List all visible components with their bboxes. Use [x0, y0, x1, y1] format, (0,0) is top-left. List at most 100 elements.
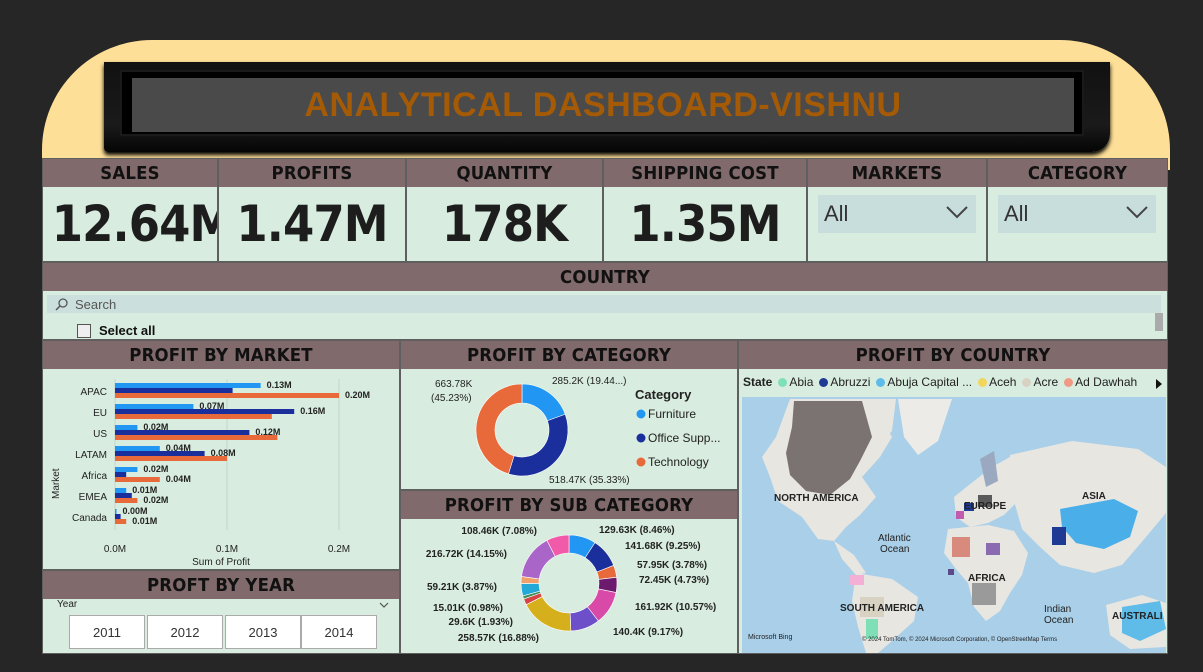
panel-title: PROFIT BY SUB CATEGORY [414, 491, 724, 519]
map-label: EUROPE [964, 501, 1007, 512]
x-axis-title: Sum of Profit [192, 557, 250, 568]
data-label: 108.46K (7.08%) [461, 526, 537, 537]
legend-marker [636, 433, 646, 443]
data-label: 216.72K (14.15%) [426, 549, 507, 560]
legend-item: Acre [1022, 375, 1058, 389]
x-tick-label: 0.1M [216, 544, 238, 555]
chevron-down-icon [946, 206, 968, 219]
kpi-card-quantity: QUANTITY 178K [406, 158, 603, 262]
map-attribution[interactable]: © 2024 TomTom, © 2024 Microsoft Corporat… [862, 636, 1057, 643]
year-field-label: Year [57, 599, 78, 610]
bar[interactable] [115, 472, 127, 477]
bar[interactable] [115, 409, 295, 414]
bar-data-label: 0.20M [345, 390, 370, 400]
legend-item: Abuja Capital ... [876, 375, 972, 389]
map-label: Indian [1044, 604, 1071, 615]
bar[interactable] [115, 477, 160, 482]
bar-data-label: 0.00M [123, 506, 148, 516]
legend-marker [636, 457, 646, 467]
bar[interactable] [115, 430, 250, 435]
country-search-input[interactable]: Search [47, 295, 1161, 313]
data-label: 57.95K (3.78%) [637, 560, 707, 571]
y-tick-label: US [93, 429, 107, 440]
bar[interactable] [115, 493, 132, 498]
world-map[interactable]: NORTH AMERICA EUROPE ASIA Atlantic Ocean… [742, 397, 1166, 653]
data-label: 15.01K (0.98%) [433, 603, 503, 614]
donut-slice[interactable] [521, 383, 566, 422]
data-label: 129.63K (8.46%) [599, 525, 675, 536]
year-button-2012[interactable]: 2012 [147, 615, 223, 649]
bar[interactable] [115, 488, 127, 493]
kpi-card-sales: SALES 12.64M [42, 158, 218, 262]
bar[interactable] [115, 383, 261, 388]
chevron-down-icon[interactable] [379, 602, 389, 609]
y-tick-label: APAC [81, 387, 108, 398]
legend-item: Abia [778, 375, 813, 389]
bar-data-label: 0.02M [143, 495, 168, 505]
bar-data-label: 0.13M [267, 380, 292, 390]
legend-title: Category [635, 387, 692, 402]
map-label: SOUTH AMERICA [840, 603, 924, 614]
bar-data-label: 0.01M [132, 485, 157, 495]
profit-by-year-panel: PROFT BY YEAR Year 2011 2012 2013 2014 [42, 570, 400, 654]
kpi-value: 12.64M [51, 195, 218, 253]
donut-slice[interactable] [525, 596, 572, 632]
bar[interactable] [115, 456, 227, 461]
bar[interactable] [115, 435, 278, 440]
year-button-2013[interactable]: 2013 [225, 615, 301, 649]
bar[interactable] [115, 451, 205, 456]
panel-title: PROFT BY YEAR [57, 571, 385, 599]
legend-label: Furniture [648, 407, 696, 421]
bar[interactable] [115, 425, 138, 430]
profit-by-sub-category-chart: 129.63K (8.46%) 141.68K (9.25%) 57.95K (3.… [426, 525, 716, 644]
data-label: 72.45K (4.73%) [639, 575, 709, 586]
bar[interactable] [115, 509, 117, 514]
bar-data-label: 0.02M [143, 464, 168, 474]
bar[interactable] [115, 519, 127, 524]
y-tick-label: LATAM [75, 450, 107, 461]
bar[interactable] [115, 467, 138, 472]
legend-label: Technology [648, 455, 709, 469]
filter-label: CATEGORY [995, 159, 1160, 187]
x-tick-label: 0.2M [328, 544, 350, 555]
y-axis-title: Market [51, 468, 62, 499]
kpi-value: 1.35M [629, 195, 781, 253]
data-label: 141.68K (9.25%) [625, 541, 701, 552]
bar[interactable] [115, 414, 272, 419]
donut-slice[interactable] [508, 413, 569, 477]
category-dropdown[interactable]: All [998, 195, 1156, 233]
bar[interactable] [115, 514, 121, 519]
bar[interactable] [115, 498, 138, 503]
markets-dropdown[interactable]: All [818, 195, 976, 233]
data-label: 140.4K (9.17%) [613, 627, 683, 638]
map-label: ASIA [1082, 491, 1106, 502]
legend-next-arrow-icon[interactable] [1155, 379, 1163, 389]
dashboard: ANALYTICAL DASHBOARD-VISHNU SALES 12.64M… [0, 0, 1203, 672]
map-label: Ocean [1044, 615, 1073, 626]
chevron-down-icon [1126, 206, 1148, 219]
bing-logo: Microsoft Bing [748, 634, 792, 641]
bar[interactable] [115, 446, 160, 451]
bar[interactable] [115, 393, 339, 398]
bar[interactable] [115, 388, 233, 393]
dropdown-value: All [824, 201, 849, 226]
map-label: Ocean [880, 544, 909, 555]
checkbox[interactable] [77, 323, 91, 338]
y-tick-label: Africa [81, 471, 107, 482]
bar-data-label: 0.04M [166, 474, 191, 484]
bar-data-label: 0.16M [300, 406, 325, 416]
search-icon [55, 298, 68, 311]
kpi-card-shipping-cost: SHIPPING COST 1.35M [603, 158, 807, 262]
select-all-label: Select all [99, 323, 156, 338]
kpi-label: SALES [49, 159, 211, 187]
year-button-2014[interactable]: 2014 [301, 615, 377, 649]
bar[interactable] [115, 404, 194, 409]
filter-label: MARKETS [815, 159, 979, 187]
select-all-checkbox[interactable]: Select all [77, 323, 155, 338]
map-label: AUSTRALI [1112, 611, 1163, 622]
panel-title: PROFIT BY MARKET [57, 341, 385, 369]
year-button-2011[interactable]: 2011 [69, 615, 145, 649]
scrollbar[interactable] [1155, 313, 1163, 331]
kpi-label: QUANTITY [414, 159, 595, 187]
profit-by-sub-category-panel: PROFIT BY SUB CATEGORY 129.63K (8.46%) 14… [400, 490, 738, 654]
